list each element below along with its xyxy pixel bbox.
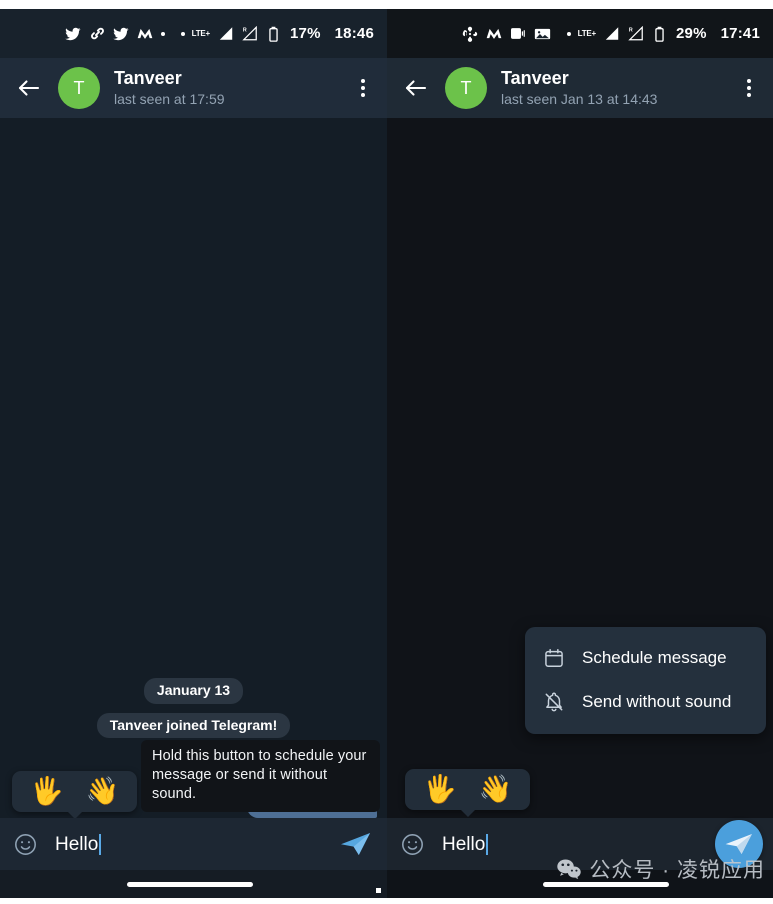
overflow-menu-icon[interactable] [737, 75, 761, 101]
menu-dot [747, 79, 751, 83]
corner-dot-marker [376, 888, 381, 893]
status-bar-left: LTE+ R 17% 18:46 [0, 9, 387, 58]
waving-hand-emoji-icon[interactable]: 👋 [86, 778, 120, 805]
text-caret [486, 833, 489, 855]
message-input-bar-right: Hello [387, 818, 773, 870]
back-arrow-icon[interactable] [16, 75, 42, 101]
battery-icon [265, 25, 282, 42]
menu-item-send-without-sound[interactable]: Send without sound [525, 680, 766, 724]
battery-percent-label: 17% [290, 25, 321, 42]
chat-contact-name: Tanveer [114, 67, 182, 88]
raised-hand-emoji-icon[interactable]: 🖐️ [423, 776, 457, 803]
message-input-value: Hello [55, 833, 99, 855]
network-type-label: LTE+ [577, 28, 597, 38]
message-input-field-left[interactable]: Hello [55, 833, 339, 855]
chat-message-area-right: Schedule message Send without sound 🖐️ 👋 [387, 118, 773, 818]
emoji-suggestion-popup-left[interactable]: 🖐️ 👋 [12, 771, 138, 819]
status-system-icons-right: LTE+ R 29% 17:41 [566, 25, 760, 42]
svg-text:R: R [628, 28, 632, 34]
phone-panel-right: LTE+ R 29% 17:41 T Tanveer last seen Jan… [387, 9, 773, 898]
status-notification-icons-right [462, 25, 551, 42]
emoji-suggestion-popup-right[interactable]: 🖐️ 👋 [405, 769, 531, 817]
twitter-icon [113, 25, 130, 42]
monero-icon [486, 25, 503, 42]
svg-text:R: R [242, 28, 246, 34]
dot-icon [566, 31, 571, 36]
chat-contact-name: Tanveer [501, 67, 569, 88]
send-button-tooltip: Hold this button to schedule your messag… [141, 739, 380, 812]
message-input-field-right[interactable]: Hello [442, 833, 715, 855]
status-bar-right: LTE+ R 29% 17:41 [387, 9, 773, 58]
chat-last-seen: last seen at 17:59 [114, 90, 225, 107]
avatar-initial: T [73, 77, 85, 98]
dual-phone-panels: LTE+ R 17% 18:46 T Tanveer last seen at … [0, 9, 773, 898]
dot-icon [160, 31, 165, 36]
waving-hand-emoji-icon[interactable]: 👋 [479, 776, 513, 803]
status-system-icons-left: LTE+ R 17% 18:46 [180, 25, 374, 42]
avatar[interactable]: T [58, 67, 100, 109]
chat-header-right: T Tanveer last seen Jan 13 at 14:43 [387, 58, 773, 118]
text-caret [99, 833, 102, 855]
link-icon [89, 25, 106, 42]
monero-icon [137, 25, 154, 42]
message-input-value: Hello [442, 833, 486, 855]
menu-item-schedule-message[interactable]: Schedule message [525, 636, 766, 680]
battery-saver-icon [510, 25, 527, 42]
send-options-context-menu[interactable]: Schedule message Send without sound [525, 627, 766, 734]
service-message-row: Tanveer joined Telegram! [0, 712, 387, 739]
chat-last-seen: last seen Jan 13 at 14:43 [501, 90, 658, 107]
signal-bars-icon [603, 25, 620, 42]
chat-title-block-left[interactable]: Tanveer last seen at 17:59 [114, 68, 351, 108]
top-white-strip [0, 0, 773, 9]
menu-dot [361, 93, 365, 97]
message-input-bar-left: Hello [0, 818, 387, 870]
send-button-right[interactable] [715, 820, 763, 868]
gallery-image-icon [534, 25, 551, 42]
gesture-home-pill[interactable] [126, 881, 253, 887]
smiley-face-icon[interactable] [400, 832, 425, 857]
clock-label: 17:41 [720, 25, 760, 42]
bluetooth-share-icon [462, 25, 479, 42]
avatar-initial: T [460, 77, 472, 98]
menu-dot [747, 93, 751, 97]
menu-dot [747, 86, 751, 90]
gesture-nav-bar-right [387, 870, 773, 898]
menu-item-label: Schedule message [582, 648, 727, 667]
phone-panel-left: LTE+ R 17% 18:46 T Tanveer last seen at … [0, 9, 387, 898]
battery-percent-label: 29% [676, 25, 707, 42]
screenshot-root: LTE+ R 17% 18:46 T Tanveer last seen at … [0, 0, 773, 904]
bell-muted-icon [542, 691, 565, 714]
battery-icon [651, 25, 668, 42]
smiley-face-icon[interactable] [13, 832, 38, 857]
gesture-nav-bar-left [0, 870, 387, 898]
service-message-chip: Tanveer joined Telegram! [96, 712, 291, 739]
roaming-signal-icon: R [627, 25, 644, 42]
status-notification-icons-left [65, 25, 165, 42]
chat-message-area-left: January 13 Tanveer joined Telegram! Janu… [0, 118, 387, 819]
chat-header-left: T Tanveer last seen at 17:59 [0, 58, 387, 118]
menu-dot [361, 86, 365, 90]
menu-item-label: Send without sound [582, 692, 732, 711]
send-button-left[interactable] [339, 827, 373, 861]
roaming-signal-icon: R [241, 25, 258, 42]
clock-label: 18:46 [334, 25, 374, 42]
dot-icon [180, 31, 185, 36]
calendar-icon [542, 647, 565, 670]
date-chip-row: January 13 [0, 677, 387, 704]
bottom-white-strip [0, 898, 773, 904]
overflow-menu-icon[interactable] [351, 75, 375, 101]
menu-dot [361, 79, 365, 83]
signal-bars-icon [217, 25, 234, 42]
chat-title-block-right[interactable]: Tanveer last seen Jan 13 at 14:43 [501, 68, 737, 108]
twitter-icon [65, 25, 82, 42]
avatar[interactable]: T [445, 67, 487, 109]
gesture-home-pill[interactable] [543, 881, 669, 887]
date-chip: January 13 [143, 677, 244, 704]
back-arrow-icon[interactable] [403, 75, 429, 101]
raised-hand-emoji-icon[interactable]: 🖐️ [30, 778, 64, 805]
network-type-label: LTE+ [191, 28, 211, 38]
